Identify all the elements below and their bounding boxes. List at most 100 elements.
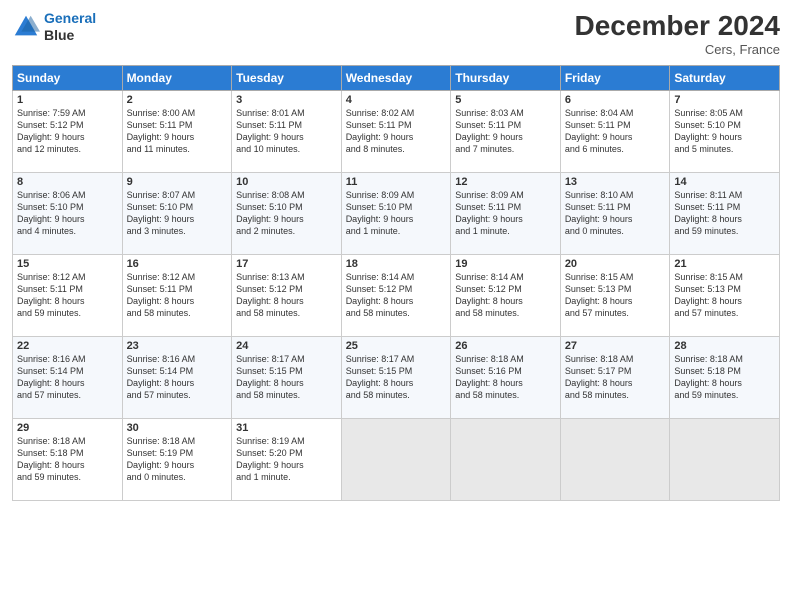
calendar-cell [451, 419, 561, 501]
day-number: 5 [455, 94, 556, 106]
day-number: 18 [346, 258, 447, 270]
calendar-cell: 19Sunrise: 8:14 AMSunset: 5:12 PMDayligh… [451, 255, 561, 337]
day-number: 25 [346, 340, 447, 352]
day-number: 12 [455, 176, 556, 188]
weekday-header-wednesday: Wednesday [341, 66, 451, 91]
day-number: 31 [236, 422, 337, 434]
day-info: Sunrise: 8:02 AMSunset: 5:11 PMDaylight:… [346, 107, 447, 156]
weekday-header-thursday: Thursday [451, 66, 561, 91]
day-number: 30 [127, 422, 228, 434]
calendar-week-4: 22Sunrise: 8:16 AMSunset: 5:14 PMDayligh… [13, 337, 780, 419]
calendar-cell: 11Sunrise: 8:09 AMSunset: 5:10 PMDayligh… [341, 173, 451, 255]
logo-text: General Blue [44, 10, 96, 44]
day-info: Sunrise: 8:15 AMSunset: 5:13 PMDaylight:… [674, 271, 775, 320]
day-info: Sunrise: 8:16 AMSunset: 5:14 PMDaylight:… [127, 353, 228, 402]
month-title: December 2024 [575, 10, 780, 42]
calendar-cell: 31Sunrise: 8:19 AMSunset: 5:20 PMDayligh… [232, 419, 342, 501]
day-info: Sunrise: 7:59 AMSunset: 5:12 PMDaylight:… [17, 107, 118, 156]
day-info: Sunrise: 8:10 AMSunset: 5:11 PMDaylight:… [565, 189, 666, 238]
calendar-header-row: SundayMondayTuesdayWednesdayThursdayFrid… [13, 66, 780, 91]
calendar-week-3: 15Sunrise: 8:12 AMSunset: 5:11 PMDayligh… [13, 255, 780, 337]
day-number: 28 [674, 340, 775, 352]
calendar-cell: 5Sunrise: 8:03 AMSunset: 5:11 PMDaylight… [451, 91, 561, 173]
day-number: 26 [455, 340, 556, 352]
day-info: Sunrise: 8:16 AMSunset: 5:14 PMDaylight:… [17, 353, 118, 402]
calendar-week-2: 8Sunrise: 8:06 AMSunset: 5:10 PMDaylight… [13, 173, 780, 255]
day-number: 20 [565, 258, 666, 270]
day-number: 1 [17, 94, 118, 106]
calendar-cell: 6Sunrise: 8:04 AMSunset: 5:11 PMDaylight… [560, 91, 670, 173]
weekday-header-friday: Friday [560, 66, 670, 91]
day-info: Sunrise: 8:18 AMSunset: 5:18 PMDaylight:… [674, 353, 775, 402]
calendar-cell: 2Sunrise: 8:00 AMSunset: 5:11 PMDaylight… [122, 91, 232, 173]
calendar-cell: 1Sunrise: 7:59 AMSunset: 5:12 PMDaylight… [13, 91, 123, 173]
day-info: Sunrise: 8:14 AMSunset: 5:12 PMDaylight:… [455, 271, 556, 320]
day-number: 8 [17, 176, 118, 188]
day-number: 23 [127, 340, 228, 352]
day-number: 15 [17, 258, 118, 270]
calendar-cell: 7Sunrise: 8:05 AMSunset: 5:10 PMDaylight… [670, 91, 780, 173]
calendar-cell: 29Sunrise: 8:18 AMSunset: 5:18 PMDayligh… [13, 419, 123, 501]
calendar-cell: 18Sunrise: 8:14 AMSunset: 5:12 PMDayligh… [341, 255, 451, 337]
day-number: 19 [455, 258, 556, 270]
calendar-cell: 25Sunrise: 8:17 AMSunset: 5:15 PMDayligh… [341, 337, 451, 419]
day-number: 27 [565, 340, 666, 352]
day-number: 16 [127, 258, 228, 270]
day-info: Sunrise: 8:19 AMSunset: 5:20 PMDaylight:… [236, 435, 337, 484]
day-info: Sunrise: 8:03 AMSunset: 5:11 PMDaylight:… [455, 107, 556, 156]
day-info: Sunrise: 8:18 AMSunset: 5:17 PMDaylight:… [565, 353, 666, 402]
logo: General Blue [12, 10, 96, 44]
weekday-header-sunday: Sunday [13, 66, 123, 91]
location: Cers, France [575, 42, 780, 57]
day-info: Sunrise: 8:12 AMSunset: 5:11 PMDaylight:… [17, 271, 118, 320]
calendar-cell: 4Sunrise: 8:02 AMSunset: 5:11 PMDaylight… [341, 91, 451, 173]
day-number: 13 [565, 176, 666, 188]
page-container: General Blue December 2024 Cers, France … [0, 0, 792, 509]
calendar-cell: 9Sunrise: 8:07 AMSunset: 5:10 PMDaylight… [122, 173, 232, 255]
calendar-cell: 16Sunrise: 8:12 AMSunset: 5:11 PMDayligh… [122, 255, 232, 337]
calendar-cell: 3Sunrise: 8:01 AMSunset: 5:11 PMDaylight… [232, 91, 342, 173]
calendar-cell [560, 419, 670, 501]
day-number: 24 [236, 340, 337, 352]
day-number: 2 [127, 94, 228, 106]
day-info: Sunrise: 8:08 AMSunset: 5:10 PMDaylight:… [236, 189, 337, 238]
day-info: Sunrise: 8:09 AMSunset: 5:11 PMDaylight:… [455, 189, 556, 238]
calendar-cell: 17Sunrise: 8:13 AMSunset: 5:12 PMDayligh… [232, 255, 342, 337]
day-info: Sunrise: 8:18 AMSunset: 5:19 PMDaylight:… [127, 435, 228, 484]
day-number: 9 [127, 176, 228, 188]
calendar-cell: 10Sunrise: 8:08 AMSunset: 5:10 PMDayligh… [232, 173, 342, 255]
calendar-cell: 27Sunrise: 8:18 AMSunset: 5:17 PMDayligh… [560, 337, 670, 419]
weekday-header-saturday: Saturday [670, 66, 780, 91]
day-number: 7 [674, 94, 775, 106]
day-info: Sunrise: 8:01 AMSunset: 5:11 PMDaylight:… [236, 107, 337, 156]
day-info: Sunrise: 8:12 AMSunset: 5:11 PMDaylight:… [127, 271, 228, 320]
day-number: 29 [17, 422, 118, 434]
day-number: 22 [17, 340, 118, 352]
day-info: Sunrise: 8:04 AMSunset: 5:11 PMDaylight:… [565, 107, 666, 156]
calendar-cell: 24Sunrise: 8:17 AMSunset: 5:15 PMDayligh… [232, 337, 342, 419]
calendar-cell: 20Sunrise: 8:15 AMSunset: 5:13 PMDayligh… [560, 255, 670, 337]
calendar-cell: 26Sunrise: 8:18 AMSunset: 5:16 PMDayligh… [451, 337, 561, 419]
calendar-cell: 15Sunrise: 8:12 AMSunset: 5:11 PMDayligh… [13, 255, 123, 337]
day-number: 6 [565, 94, 666, 106]
calendar-week-5: 29Sunrise: 8:18 AMSunset: 5:18 PMDayligh… [13, 419, 780, 501]
calendar-cell: 28Sunrise: 8:18 AMSunset: 5:18 PMDayligh… [670, 337, 780, 419]
calendar-table: SundayMondayTuesdayWednesdayThursdayFrid… [12, 65, 780, 501]
calendar-cell: 14Sunrise: 8:11 AMSunset: 5:11 PMDayligh… [670, 173, 780, 255]
calendar-cell [670, 419, 780, 501]
day-info: Sunrise: 8:00 AMSunset: 5:11 PMDaylight:… [127, 107, 228, 156]
day-info: Sunrise: 8:09 AMSunset: 5:10 PMDaylight:… [346, 189, 447, 238]
weekday-header-monday: Monday [122, 66, 232, 91]
calendar-cell: 22Sunrise: 8:16 AMSunset: 5:14 PMDayligh… [13, 337, 123, 419]
calendar-cell: 12Sunrise: 8:09 AMSunset: 5:11 PMDayligh… [451, 173, 561, 255]
calendar-cell: 8Sunrise: 8:06 AMSunset: 5:10 PMDaylight… [13, 173, 123, 255]
page-header: General Blue December 2024 Cers, France [12, 10, 780, 57]
calendar-cell: 30Sunrise: 8:18 AMSunset: 5:19 PMDayligh… [122, 419, 232, 501]
calendar-cell: 21Sunrise: 8:15 AMSunset: 5:13 PMDayligh… [670, 255, 780, 337]
day-info: Sunrise: 8:14 AMSunset: 5:12 PMDaylight:… [346, 271, 447, 320]
calendar-cell: 23Sunrise: 8:16 AMSunset: 5:14 PMDayligh… [122, 337, 232, 419]
logo-icon [12, 13, 40, 41]
day-info: Sunrise: 8:11 AMSunset: 5:11 PMDaylight:… [674, 189, 775, 238]
day-info: Sunrise: 8:05 AMSunset: 5:10 PMDaylight:… [674, 107, 775, 156]
day-info: Sunrise: 8:18 AMSunset: 5:18 PMDaylight:… [17, 435, 118, 484]
